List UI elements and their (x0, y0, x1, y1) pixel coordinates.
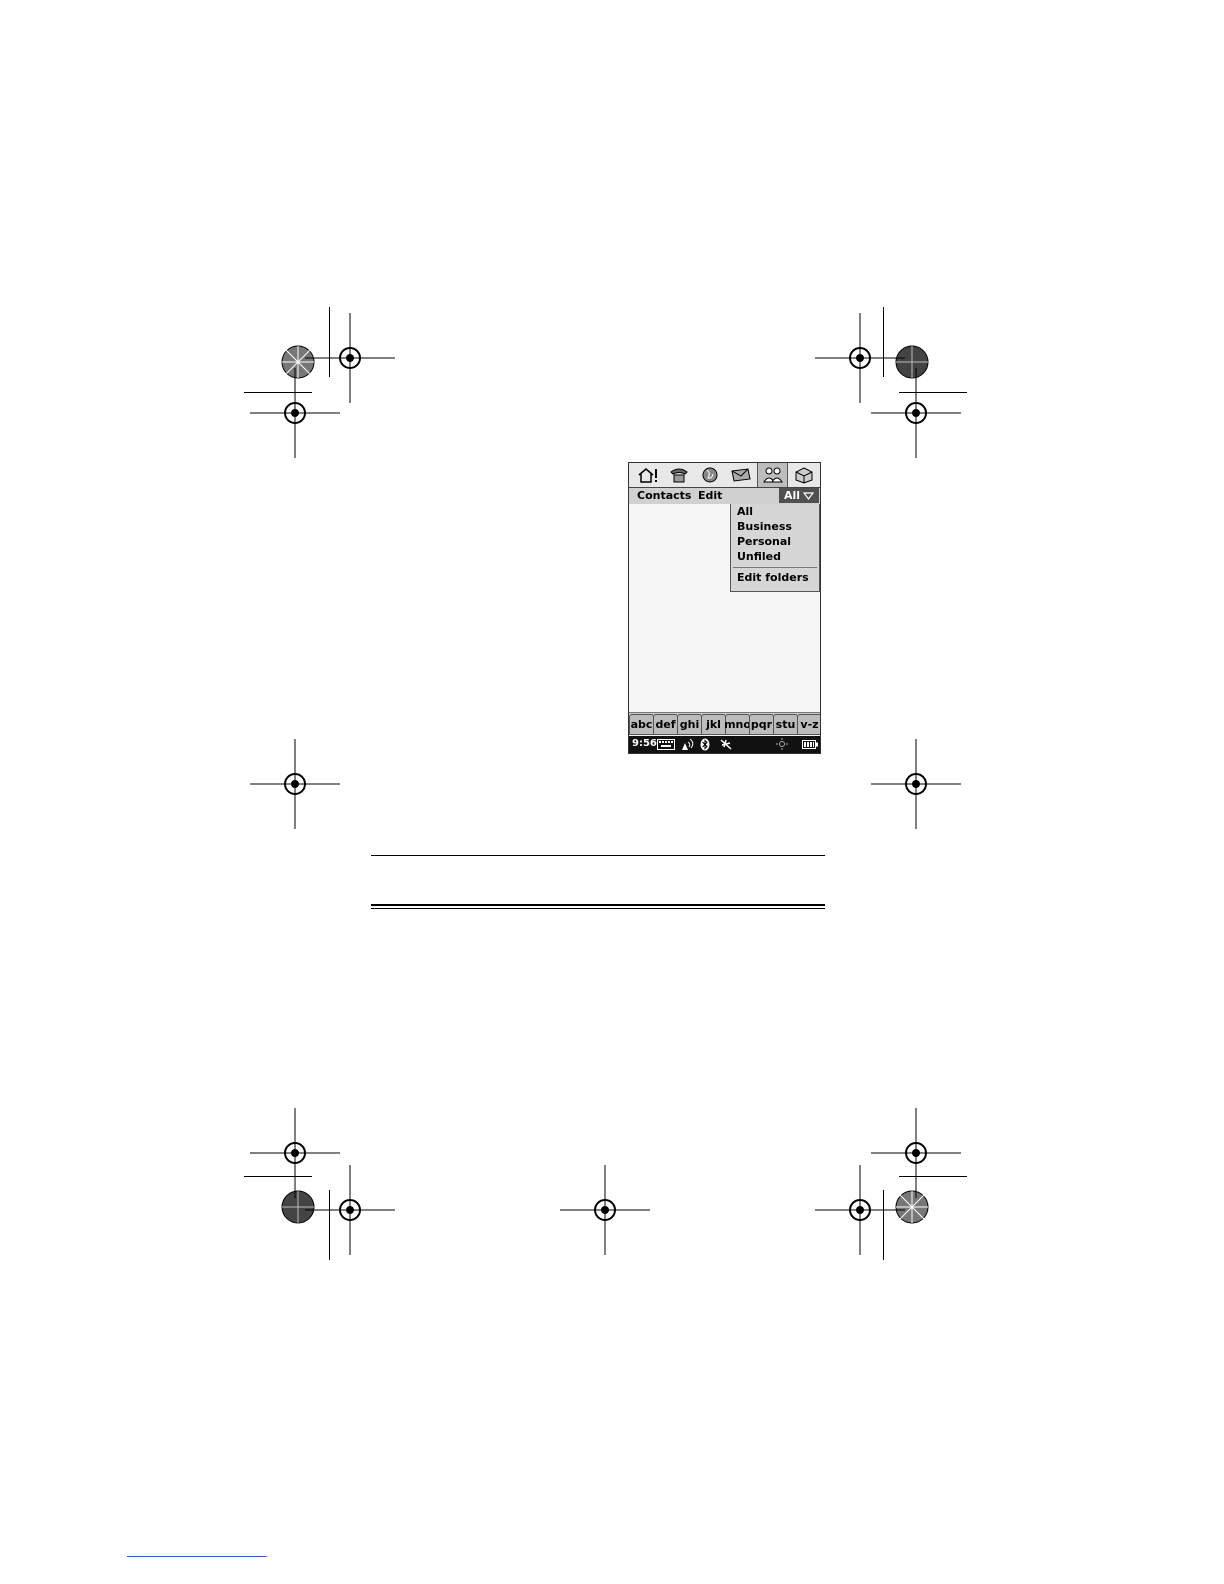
folder-dropdown-button[interactable]: All (779, 488, 819, 503)
menu-divider (733, 567, 817, 568)
folder-dropdown-menu: All Business Personal Unfiled Edit folde… (730, 504, 820, 592)
registration-mark-icon (871, 368, 961, 458)
folder-option-business[interactable]: Business (737, 520, 792, 533)
folder-option-unfiled[interactable]: Unfiled (737, 550, 781, 563)
edit-folders-option[interactable]: Edit folders (737, 571, 809, 584)
alpha-tab-ghi[interactable]: ghi (677, 714, 702, 735)
home-tab[interactable] (633, 464, 662, 486)
rule-line (371, 904, 825, 906)
folder-option-personal[interactable]: Personal (737, 535, 791, 548)
registration-mark-icon (305, 1165, 395, 1255)
app-tab-bar (629, 463, 820, 488)
people-icon (762, 467, 783, 483)
registration-mark-icon (250, 739, 340, 829)
web-tab[interactable] (695, 464, 724, 486)
keyboard-icon[interactable] (657, 739, 675, 750)
registration-mark-icon (560, 1165, 650, 1255)
messaging-tab[interactable] (726, 464, 755, 486)
phone-tab[interactable] (664, 464, 693, 486)
apps-tab[interactable] (789, 464, 818, 486)
status-time: 9:56 (632, 738, 657, 749)
alpha-tab-abc[interactable]: abc (629, 714, 654, 735)
alpha-tab-mno[interactable]: mno (724, 714, 751, 735)
contacts-menu[interactable]: Contacts (637, 489, 691, 502)
alpha-tab-jkl[interactable]: jkl (701, 714, 726, 735)
sun-icon[interactable] (776, 738, 788, 750)
cube-icon (795, 467, 812, 484)
contacts-tab[interactable] (757, 463, 788, 487)
folder-option-all[interactable]: All (737, 505, 753, 518)
triangle-down-icon (803, 491, 815, 500)
registration-mark-icon (871, 739, 961, 829)
globe-icon (702, 467, 717, 483)
status-bar: 9:56 (629, 736, 820, 753)
alpha-tab-pqr[interactable]: pqr (749, 714, 774, 735)
registration-mark-icon (250, 368, 340, 458)
rule-line (371, 855, 825, 856)
menu-bar: Contacts Edit All (629, 488, 820, 504)
folder-dropdown-label: All (783, 489, 801, 502)
device-screen: Contacts Edit All All Business Personal … (628, 462, 821, 754)
alpha-tab-def[interactable]: def (653, 714, 678, 735)
alpha-tab-v-z[interactable]: v-z (797, 714, 820, 735)
rule-line (371, 908, 825, 909)
signal-icon[interactable] (680, 738, 696, 751)
bluetooth-icon[interactable] (700, 738, 710, 751)
home-alert-icon (638, 468, 657, 483)
alpha-tab-stu[interactable]: stu (773, 714, 798, 735)
airplane-icon[interactable] (719, 738, 733, 751)
phone-icon (669, 468, 688, 483)
link-underline (127, 1556, 267, 1557)
edit-menu[interactable]: Edit (698, 489, 722, 502)
alphabet-tab-bar: abc def ghi jkl mno pqr stu v-z (629, 712, 820, 735)
envelope-icon (730, 468, 751, 482)
battery-icon[interactable] (802, 740, 818, 749)
registration-mark-icon (815, 1165, 905, 1255)
